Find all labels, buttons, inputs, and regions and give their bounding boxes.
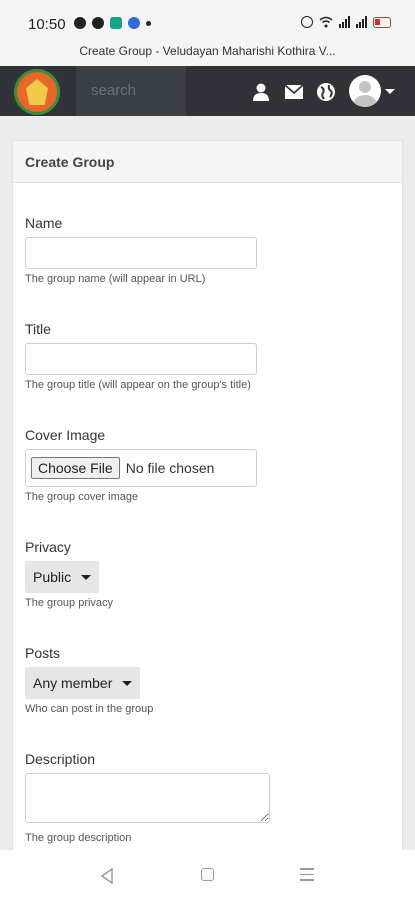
file-status: No file chosen: [125, 460, 215, 476]
back-icon[interactable]: [100, 868, 114, 884]
description-help: The group description: [25, 832, 132, 844]
cover-image-help: The group cover image: [25, 491, 139, 503]
privacy-field: Privacy Public The group privacy: [25, 539, 113, 609]
posts-label: Posts: [25, 645, 61, 661]
avatar[interactable]: [349, 75, 381, 107]
caret-down-icon: [81, 574, 92, 580]
home-icon[interactable]: [201, 868, 214, 881]
globe-icon[interactable]: [315, 81, 337, 103]
system-icons: [301, 16, 391, 28]
battery-icon: [373, 17, 391, 28]
name-label: Name: [25, 215, 63, 231]
name-input[interactable]: [25, 237, 257, 269]
notification-icons: [74, 17, 151, 29]
title-help: The group title (will appear on the grou…: [25, 379, 251, 391]
description-label: Description: [25, 751, 96, 767]
status-time: 10:50: [28, 16, 66, 33]
signal-icon: [356, 16, 367, 28]
title-field: Title The group title (will appear on th…: [25, 321, 257, 391]
privacy-value: Public: [33, 569, 72, 585]
cover-image-input[interactable]: Choose File No file chosen: [25, 449, 257, 487]
privacy-label: Privacy: [25, 539, 71, 555]
search-box: [76, 66, 186, 116]
posts-value: Any member: [33, 675, 113, 691]
title-label: Title: [25, 321, 51, 337]
create-group-card: Create Group Name The group name (will a…: [12, 140, 403, 860]
messenger-icon: [128, 17, 140, 29]
search-input[interactable]: [91, 82, 181, 99]
whatsapp-icon: [74, 17, 86, 29]
dot-icon: [146, 20, 151, 26]
temple-logo-icon: [26, 79, 48, 105]
card-header: Create Group: [13, 141, 402, 183]
app-icon: [110, 17, 122, 29]
posts-help: Who can post in the group: [25, 703, 154, 715]
android-nav-bar: [0, 850, 415, 900]
browser-title-bar: Create Group - Veludayan Maharishi Kothi…: [0, 40, 415, 66]
privacy-select[interactable]: Public: [25, 561, 100, 593]
mail-icon[interactable]: [283, 81, 305, 103]
site-logo[interactable]: [14, 69, 60, 115]
facebook-icon: [92, 17, 104, 29]
choose-file-button[interactable]: Choose File: [31, 457, 120, 479]
title-input[interactable]: [25, 343, 257, 375]
description-textarea[interactable]: [25, 773, 270, 823]
caret-down-icon: [122, 680, 133, 686]
name-field: Name The group name (will appear in URL): [25, 215, 257, 285]
cover-image-label: Cover Image: [25, 427, 106, 443]
page-title: Create Group - Veludayan Maharishi Kothi…: [79, 44, 336, 58]
name-help: The group name (will appear in URL): [25, 273, 206, 285]
posts-field: Posts Any member Who can post in the gro…: [25, 645, 153, 715]
posts-select[interactable]: Any member: [25, 667, 141, 699]
privacy-help: The group privacy: [25, 597, 114, 609]
status-bar: 10:50: [0, 0, 415, 40]
signal-icon: [339, 16, 350, 28]
user-icon[interactable]: [250, 81, 272, 103]
caret-down-icon[interactable]: [385, 89, 395, 94]
site-navbar: [0, 66, 415, 116]
alarm-icon: [301, 16, 313, 28]
wifi-icon: [319, 16, 333, 28]
menu-icon[interactable]: [300, 868, 314, 885]
cover-image-field: Cover Image Choose File No file chosen T…: [25, 427, 257, 503]
description-field: Description The group description: [25, 751, 270, 844]
